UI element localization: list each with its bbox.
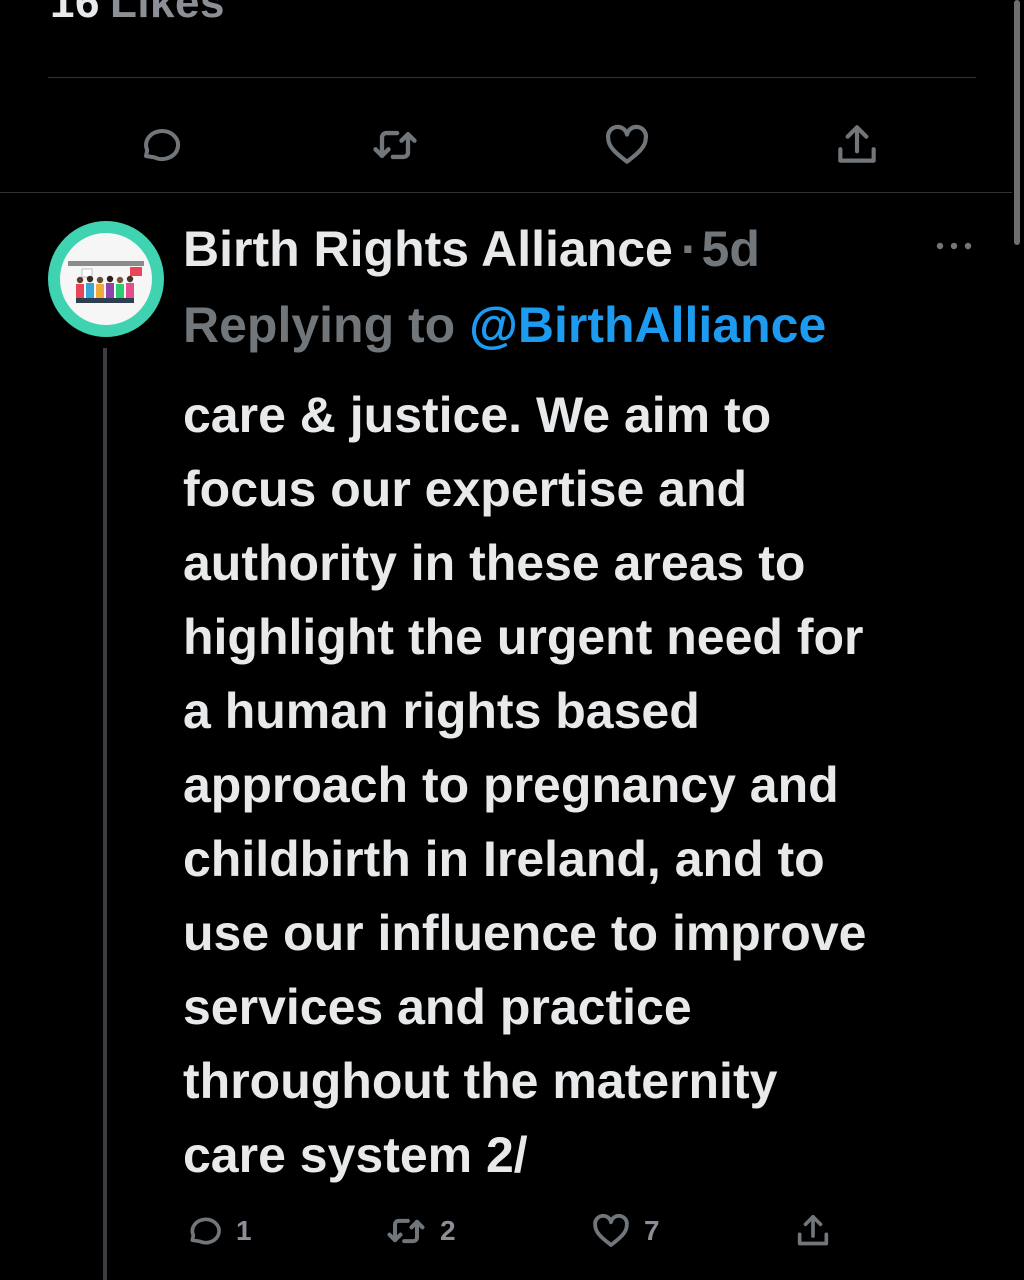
- author-name[interactable]: Birth Rights Alliance: [183, 221, 673, 277]
- tweet-text-line: a human rights based: [183, 683, 700, 739]
- more-options-button[interactable]: [932, 232, 976, 260]
- separator-dot: ·: [680, 221, 698, 277]
- replying-to: Replying to @BirthAlliance: [183, 292, 826, 358]
- divider: [48, 77, 976, 78]
- tweet-text-line: highlight the urgent need for: [183, 609, 864, 665]
- tweet-text-line: care & justice. We aim to: [183, 387, 772, 443]
- share-button[interactable]: [793, 1206, 833, 1256]
- reply-count: 1: [236, 1215, 252, 1246]
- share-icon: [838, 125, 876, 163]
- heart-icon: [606, 124, 648, 164]
- avatar-image: [60, 233, 152, 325]
- tweet-header: Birth Rights Alliance ·5d: [183, 216, 760, 282]
- tweet-text-line: throughout the maternity: [183, 1053, 778, 1109]
- retweet-icon: [387, 1218, 425, 1244]
- timestamp[interactable]: 5d: [702, 221, 760, 277]
- tweet-text-line: childbirth in Ireland, and to: [183, 831, 825, 887]
- tweet-text-line: authority in these areas to: [183, 535, 806, 591]
- like-button[interactable]: 7: [590, 1206, 660, 1256]
- retweet-button[interactable]: 2: [384, 1206, 456, 1256]
- likes-count[interactable]: 16 Likes: [50, 0, 225, 28]
- reply-icon: [144, 129, 181, 161]
- replying-to-handle[interactable]: @BirthAlliance: [469, 297, 826, 353]
- replying-to-label: Replying to: [183, 297, 456, 353]
- scrollbar[interactable]: [1014, 0, 1020, 245]
- like-count: 7: [644, 1215, 660, 1246]
- retweet-icon: [373, 130, 417, 160]
- retweet-button[interactable]: [369, 119, 421, 171]
- avatar[interactable]: [48, 221, 164, 337]
- tweet-text-line: use our influence to improve: [183, 905, 867, 961]
- likes-label: Likes: [109, 0, 225, 27]
- divider: [0, 192, 1012, 193]
- likes-number: 16: [50, 0, 100, 27]
- reply-button[interactable]: [134, 119, 186, 171]
- share-icon: [797, 1215, 829, 1246]
- tweet-text-line: services and practice: [183, 979, 692, 1035]
- avatar-illustration: [68, 261, 144, 303]
- share-button[interactable]: [831, 119, 883, 171]
- reply-button[interactable]: 1: [184, 1206, 252, 1256]
- thread-line: [103, 348, 107, 1280]
- heart-icon: [593, 1213, 629, 1247]
- tweet-text-line: approach to pregnancy and: [183, 757, 839, 813]
- reply-icon: [190, 1217, 221, 1245]
- tweet-text-line: focus our expertise and: [183, 461, 748, 517]
- more-icon: [936, 242, 972, 250]
- retweet-count: 2: [440, 1215, 456, 1246]
- tweet-text-line: care system 2/: [183, 1127, 528, 1183]
- tweet-text: care & justice. We aim to focus our expe…: [183, 378, 983, 1192]
- like-button[interactable]: [601, 119, 653, 171]
